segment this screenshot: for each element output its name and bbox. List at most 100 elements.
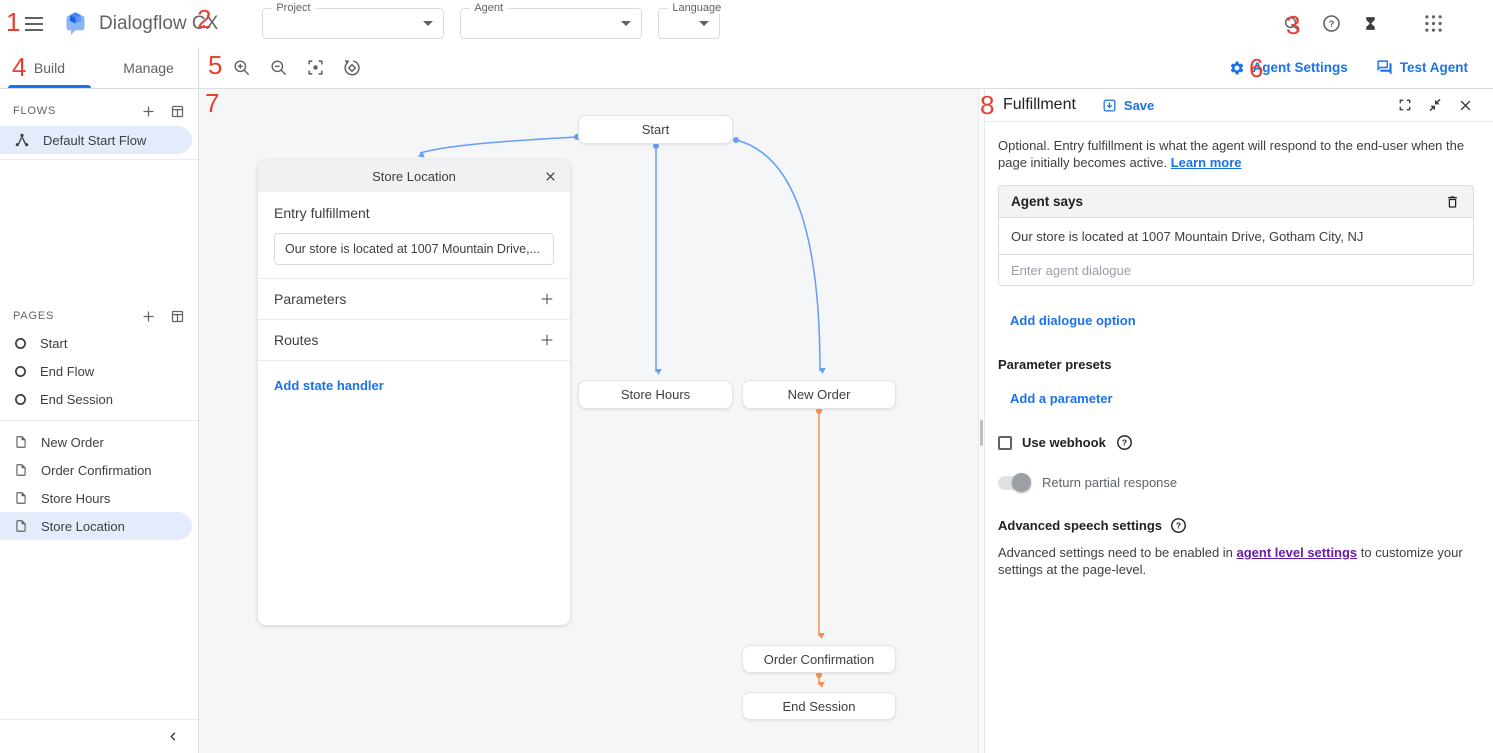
routes-label: Routes (274, 332, 538, 348)
parameters-label: Parameters (274, 291, 538, 307)
node-new-order[interactable]: New Order (742, 380, 896, 409)
zoom-out-icon[interactable] (266, 56, 290, 80)
node-label: New Order (788, 387, 851, 402)
close-icon[interactable] (542, 168, 558, 184)
sidebar-item-start[interactable]: Start (0, 329, 192, 357)
pages-header: PAGES (13, 310, 140, 322)
page-item-label: Start (40, 336, 67, 351)
flows-header: FLOWS (13, 105, 140, 117)
page-item-label: Store Hours (41, 491, 110, 506)
fulfillment-panel: Fulfillment Save Optional. Entry fulfill… (985, 89, 1493, 753)
sidebar-item-order-confirmation[interactable]: Order Confirmation (0, 456, 192, 484)
agent-says-header: Agent says (1011, 194, 1443, 209)
language-select[interactable]: Language (658, 8, 720, 39)
add-dialogue-option-link[interactable]: Add dialogue option (1010, 313, 1136, 328)
flow-canvas[interactable]: Start Store Hours New Order Order Confir… (199, 89, 978, 753)
center-focus-icon[interactable] (303, 56, 327, 80)
fullscreen-icon[interactable] (1397, 97, 1413, 113)
entry-fulfillment-label: Entry fulfillment (258, 192, 570, 221)
help-circle-icon[interactable]: ? (1116, 434, 1133, 451)
tab-build-label: Build (34, 60, 65, 76)
agent-dialogue-input[interactable]: Enter agent dialogue (998, 255, 1474, 286)
flows-list-view-icon[interactable] (169, 103, 185, 119)
page-item-label: Order Confirmation (41, 463, 152, 478)
sidebar-item-store-location[interactable]: Store Location (0, 512, 192, 540)
svg-text:?: ? (1122, 438, 1127, 448)
page-item-label: Store Location (41, 519, 125, 534)
agent-dialogue-text: Our store is located at 1007 Mountain Dr… (1011, 229, 1363, 244)
parameters-section-row: Parameters (258, 278, 570, 319)
node-panel-header: Store Location (258, 160, 570, 192)
chevron-left-icon (168, 730, 179, 743)
node-order-confirmation[interactable]: Order Confirmation (742, 645, 896, 673)
note-prefix: Advanced settings need to be enabled in (998, 545, 1237, 560)
sidebar-item-new-order[interactable]: New Order (0, 428, 192, 456)
add-route-icon[interactable] (538, 331, 556, 349)
save-icon (1102, 98, 1117, 113)
app-title: Dialogflow CX (99, 13, 218, 35)
zoom-in-icon[interactable] (229, 56, 253, 80)
sidebar-item-store-hours[interactable]: Store Hours (0, 484, 192, 512)
add-parameter-icon[interactable] (538, 290, 556, 308)
test-agent-label: Test Agent (1400, 60, 1468, 75)
search-icon[interactable] (1280, 12, 1304, 36)
agent-level-settings-link[interactable]: agent level settings (1237, 545, 1358, 560)
use-webhook-checkbox[interactable] (998, 436, 1012, 450)
close-panel-icon[interactable] (1457, 97, 1473, 113)
node-store-hours[interactable]: Store Hours (578, 380, 733, 409)
page-icon (14, 463, 28, 477)
entry-fulfillment-field[interactable]: Our store is located at 1007 Mountain Dr… (274, 233, 554, 265)
reset-view-icon[interactable] (340, 56, 364, 80)
panel-title: Fulfillment (1003, 96, 1076, 114)
flow-item-label: Default Start Flow (43, 133, 146, 148)
save-button[interactable]: Save (1102, 98, 1154, 113)
circle-icon (14, 393, 27, 406)
svg-text:?: ? (1176, 521, 1181, 531)
node-start[interactable]: Start (578, 115, 733, 144)
project-select-label: Project (272, 2, 314, 14)
sidebar-item-default-start-flow[interactable]: Default Start Flow (0, 126, 192, 154)
project-select[interactable]: Project (262, 8, 444, 39)
resize-grip[interactable] (980, 420, 983, 446)
agent-settings-button[interactable]: Agent Settings (1229, 60, 1347, 76)
pages-list-view-icon[interactable] (169, 308, 185, 324)
save-label: Save (1124, 98, 1154, 113)
top-app-bar: Dialogflow CX Project Agent Language ? (0, 0, 1493, 47)
apps-grid-icon[interactable] (1421, 12, 1445, 36)
node-end-session[interactable]: End Session (742, 692, 896, 720)
collapse-sidebar-button[interactable] (161, 725, 185, 749)
help-icon[interactable]: ? (1319, 12, 1343, 36)
test-agent-button[interactable]: Test Agent (1376, 59, 1468, 76)
chevron-down-icon (621, 21, 631, 26)
canvas-tools (199, 47, 364, 88)
sidebar-item-end-session[interactable]: End Session (0, 385, 192, 413)
delete-icon[interactable] (1443, 193, 1461, 211)
chevron-down-icon (699, 21, 709, 26)
sidebar-item-end-flow[interactable]: End Flow (0, 357, 192, 385)
node-label: Start (642, 122, 669, 137)
sidebar: FLOWS Default Start Flow PAGES (0, 89, 199, 753)
learn-more-link[interactable]: Learn more (1171, 155, 1242, 170)
add-flow-icon[interactable] (140, 103, 156, 119)
agent-select[interactable]: Agent (460, 8, 642, 39)
menu-icon[interactable] (22, 12, 46, 36)
page-item-label: New Order (41, 435, 104, 450)
use-webhook-label: Use webhook (1022, 435, 1106, 450)
help-circle-icon[interactable]: ? (1170, 517, 1187, 534)
agent-dialogue-entry[interactable]: Our store is located at 1007 Mountain Dr… (998, 218, 1474, 255)
add-state-handler-link[interactable]: Add state handler (274, 378, 384, 393)
chevron-down-icon (423, 21, 433, 26)
agent-select-label: Agent (470, 2, 507, 14)
panel-resize-handle[interactable] (978, 89, 985, 753)
add-page-icon[interactable] (140, 308, 156, 324)
chat-icon (1376, 59, 1393, 76)
tab-build[interactable]: Build (0, 47, 99, 88)
parameter-presets-label: Parameter presets (998, 357, 1474, 372)
collapse-panel-icon[interactable] (1427, 97, 1443, 113)
add-a-parameter-link[interactable]: Add a parameter (1010, 391, 1113, 406)
sidebar-divider (0, 420, 198, 421)
return-partial-response-toggle[interactable] (998, 476, 1029, 490)
page-item-label: End Flow (40, 364, 94, 379)
tab-manage[interactable]: Manage (99, 47, 198, 88)
hourglass-icon[interactable] (1358, 12, 1382, 36)
